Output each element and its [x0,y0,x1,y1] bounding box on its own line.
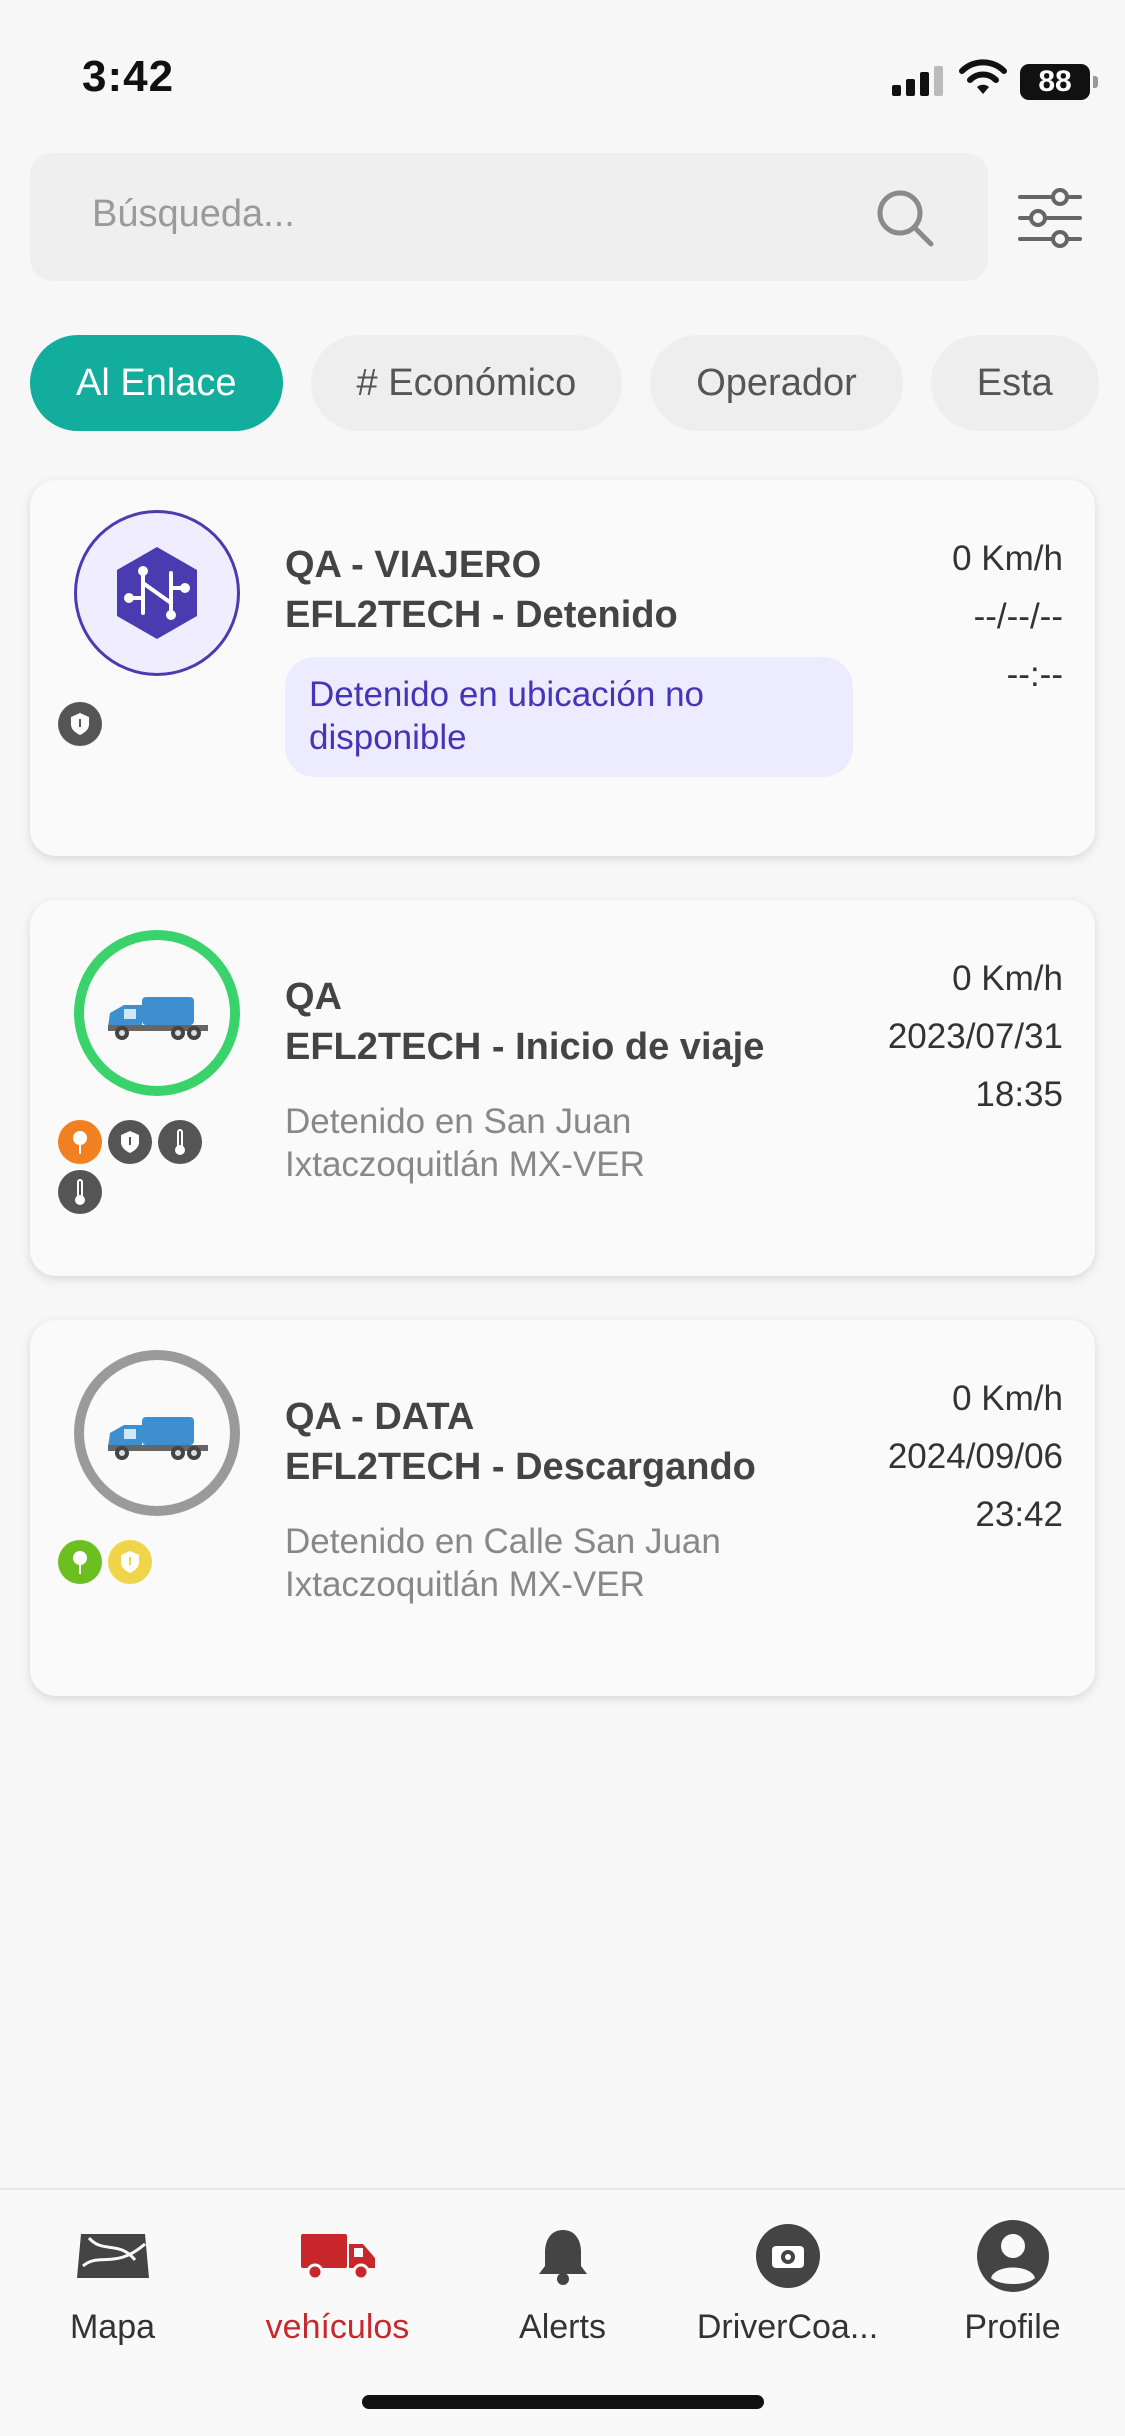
vehicle-card[interactable]: QA - VIAJERO EFL2TECH - Detenido Detenid… [30,480,1095,856]
shield-icon [108,1540,152,1584]
battery-indicator: 88 [1020,64,1098,100]
status-badges [58,702,218,746]
thermometer-icon [158,1120,202,1164]
vehicle-meta: 0 Km/h 2023/07/31 18:35 [888,950,1063,1124]
vehicle-status: EFL2TECH - Descargando [285,1446,756,1488]
camera-icon [755,2224,820,2288]
map-icon [76,2234,149,2278]
nav-profile[interactable]: Profile [900,2218,1125,2347]
truck-icon [108,1417,208,1460]
vehicle-time: 23:42 [975,1495,1063,1534]
pin-icon [58,1540,102,1584]
vehicle-status: EFL2TECH - Inicio de viaje [285,1026,765,1068]
search-icon [877,190,934,247]
cellular-signal-icon [892,66,943,96]
vehicle-avatar [74,930,240,1096]
vehicle-status: EFL2TECH - Detenido [285,594,678,636]
vehicle-date: 2024/09/06 [887,1437,1063,1476]
pin-icon [58,1120,102,1164]
shield-icon [108,1120,152,1164]
vehicle-location: Detenido en Calle San Juan Ixtaczoquitlá… [285,1522,721,1604]
status-bar: 3:42 88 [0,0,1125,150]
search-input[interactable]: Búsqueda... [30,153,988,281]
truck-icon [108,997,208,1040]
vehicle-location: Detenido en San Juan Ixtaczoquitlán MX-V… [285,1102,645,1184]
nav-label: Mapa [69,2308,156,2346]
shield-icon [58,702,102,746]
vehicle-card[interactable]: QA EFL2TECH - Inicio de viaje Detenido e… [30,900,1095,1276]
nav-mapa[interactable]: Mapa [0,2218,225,2347]
nav-label: Alerts [519,2308,606,2346]
vehicle-name: QA [285,976,342,1018]
wifi-icon [959,59,1007,94]
nav-drivercoach[interactable]: DriverCoa... [675,2218,900,2347]
thermometer-icon [58,1170,102,1214]
nav-vehiculos[interactable]: vehículos [225,2218,450,2347]
vehicle-date: --/--/-- [973,597,1063,636]
network-hexagon-icon [117,547,197,639]
vehicle-meta: 0 Km/h --/--/-- --:-- [952,530,1063,704]
vehicle-date: 2023/07/31 [887,1017,1063,1056]
status-badges [58,1120,218,1214]
chip-operador[interactable]: Operador [650,335,903,431]
vehicle-avatar [74,1350,240,1516]
profile-icon [976,2220,1049,2292]
nav-label: vehículos [265,2308,410,2346]
nav-label: Profile [964,2308,1061,2346]
vehicle-time: --:-- [1006,655,1063,694]
search-placeholder: Búsqueda... [92,193,295,235]
vehicle-name: QA - DATA [285,1396,475,1438]
nav-alerts[interactable]: Alerts [450,2218,675,2347]
bell-icon [538,2230,587,2285]
chip-economico[interactable]: # Económico [310,335,623,431]
chip-al-enlace[interactable]: Al Enlace [30,335,283,431]
filter-chips: Al Enlace # Económico Operador Esta [30,335,1125,431]
vehicle-card[interactable]: QA - DATA EFL2TECH - Descargando Detenid… [30,1320,1095,1696]
vehicle-speed: 0 Km/h [952,959,1063,998]
vehicle-meta: 0 Km/h 2024/09/06 23:42 [888,1370,1063,1544]
home-indicator [362,2395,764,2409]
nav-label: DriverCoa... [696,2308,879,2346]
truck-icon [300,2234,375,2281]
chip-estado[interactable]: Esta [930,335,1099,431]
vehicle-speed: 0 Km/h [952,1379,1063,1418]
vehicle-speed: 0 Km/h [952,539,1063,578]
filter-sliders-icon[interactable] [1018,187,1082,249]
status-time: 3:42 [82,52,175,101]
status-badges [58,1540,218,1584]
vehicle-name: QA - VIAJERO [285,544,542,586]
vehicle-location: Detenido en ubicación no disponible [285,657,853,777]
vehicle-avatar [74,510,240,676]
vehicle-time: 18:35 [975,1075,1063,1114]
